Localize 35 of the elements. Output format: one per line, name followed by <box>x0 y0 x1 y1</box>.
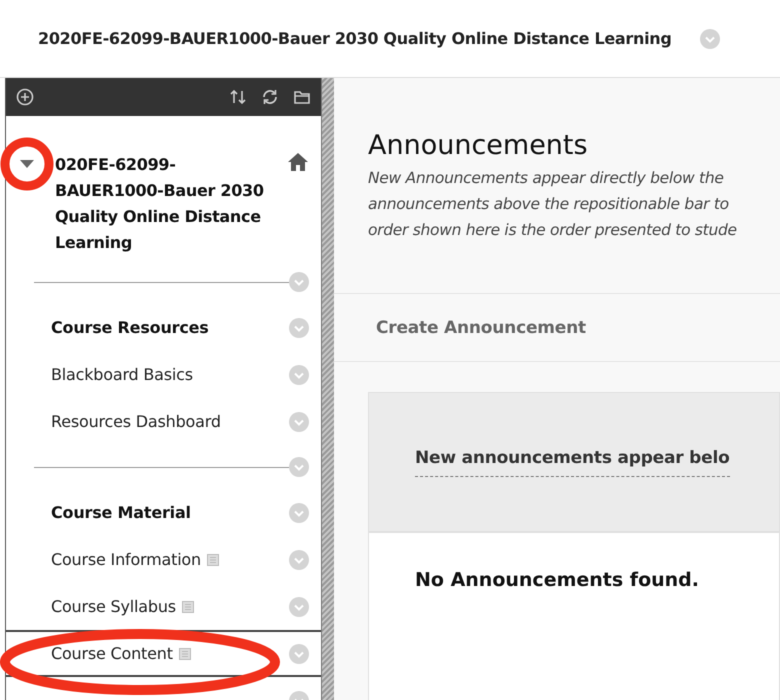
chevron-button[interactable] <box>289 596 309 616</box>
chevron-button[interactable] <box>289 550 309 570</box>
chevron-button[interactable] <box>289 272 309 292</box>
refresh-icon[interactable] <box>261 88 279 106</box>
create-announcement-button[interactable]: Create Announcement <box>376 318 586 338</box>
menu-item[interactable]: Course Information <box>6 536 321 583</box>
reorder-icon[interactable] <box>229 88 247 106</box>
menu-item[interactable]: Resources Dashboard <box>6 398 321 445</box>
collapse-arrow-icon[interactable] <box>20 160 34 170</box>
menu-item[interactable]: Blackboard Basics <box>6 351 321 398</box>
section-heading: Course Material <box>51 503 192 522</box>
chevron-button[interactable] <box>289 644 309 664</box>
page-icon <box>178 648 191 660</box>
course-title: 2020FE-62099-BAUER1000-Bauer 2030 Quality Online Distance Learning <box>38 29 672 48</box>
resize-handle[interactable] <box>321 78 334 700</box>
repositionable-bar[interactable]: New announcements appear belo <box>368 392 780 532</box>
page-icon <box>206 554 219 566</box>
page-description: New Announcements appear directly below the announcements above the repositionable bar to order shown here is the order presented to stude <box>368 168 738 241</box>
home-icon[interactable] <box>287 152 309 172</box>
chevron-button[interactable] <box>289 412 309 432</box>
page-icon <box>182 600 194 612</box>
chevron-button[interactable] <box>289 318 309 338</box>
add-icon[interactable] <box>16 88 34 106</box>
bar-label: New announcements appear belo <box>415 448 730 476</box>
chevron-button[interactable] <box>700 28 720 48</box>
menu-item[interactable]: Course Syllabus <box>6 583 321 630</box>
section-heading: Course Resources <box>51 318 210 337</box>
page-title: Announcements <box>368 130 589 161</box>
folder-icon[interactable] <box>293 88 311 106</box>
chevron-button[interactable] <box>289 364 309 384</box>
course-name[interactable]: 020FE-62099-BAUER1000-Bauer 2030 Quality Online Distance Learning <box>55 152 266 256</box>
chevron-button[interactable] <box>289 502 309 522</box>
annotation-circle <box>0 137 54 191</box>
chevron-button[interactable] <box>289 457 309 477</box>
empty-message: No Announcements found. <box>415 569 699 591</box>
